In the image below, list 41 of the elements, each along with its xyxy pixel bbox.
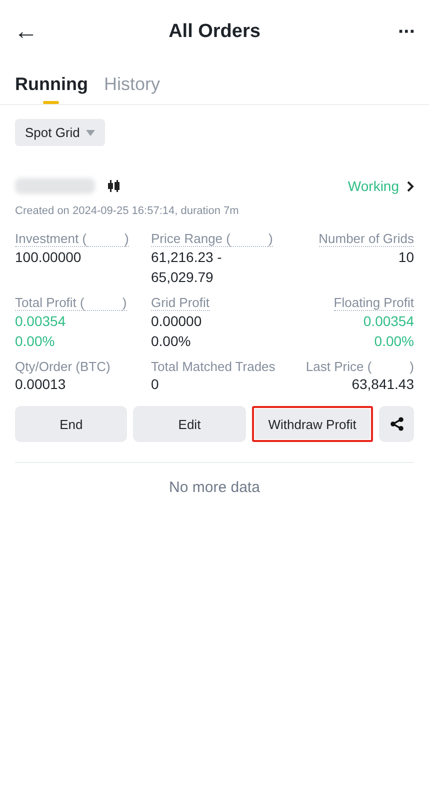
action-button[interactable]: Edit <box>133 406 246 442</box>
share-button[interactable] <box>379 406 414 442</box>
metric-label: Investment ( <box>15 231 87 247</box>
metric-value: 0.00% <box>374 332 414 351</box>
metric-value: 0 <box>151 375 160 394</box>
metric-value: 100.00000 <box>15 248 82 267</box>
metric-label: ) <box>124 231 129 247</box>
created-text: Created on 2024-09-25 16:57:14, duration 7m <box>15 205 240 217</box>
back-button[interactable]: ← <box>14 18 42 46</box>
metric-label: Grid Profit <box>151 295 210 311</box>
share-icon <box>390 417 404 431</box>
metric-label: ) <box>268 231 273 247</box>
more-button[interactable]: ··· <box>387 20 415 44</box>
metric-label: Last Price ( <box>306 359 372 374</box>
action-button[interactable]: End <box>15 406 128 442</box>
metric-value: 0.00% <box>15 332 56 351</box>
tab[interactable]: Running <box>15 64 88 104</box>
metric-label: Total Profit ( <box>15 295 84 311</box>
filter-dropdown[interactable]: Spot Grid <box>15 119 105 146</box>
metric-label: Floating Profit <box>334 295 414 311</box>
page-title: All Orders <box>168 21 262 43</box>
metric-value: 10 <box>398 248 414 267</box>
metric-label: Price Range ( <box>151 231 230 247</box>
metric-value: 0.00% <box>151 332 192 351</box>
metric-value: 63,841.43 <box>352 375 414 394</box>
metric-value: 61,216.23 - <box>151 248 223 267</box>
candlestick-icon <box>107 180 121 192</box>
metric-value: 65,029.79 <box>151 268 214 287</box>
metric-label: Total Matched Trades <box>151 359 276 374</box>
action-button[interactable]: Withdraw Profit <box>252 406 373 442</box>
caret-icon <box>86 130 95 136</box>
metric-value: 0.00354 <box>15 312 67 331</box>
metric-label: Qty/Order (BTC) <box>15 359 110 374</box>
chevron-icon <box>407 180 414 192</box>
metric-label: Number of Grids <box>318 231 414 247</box>
metric-label: ) <box>122 295 127 311</box>
metric-value: 0.00354 <box>363 312 414 331</box>
metric-label: ) <box>410 359 414 374</box>
no-more-data-text: No more data <box>168 479 261 496</box>
metric-value: 0.00013 <box>15 375 67 394</box>
metric-value: 0.00000 <box>151 312 203 331</box>
